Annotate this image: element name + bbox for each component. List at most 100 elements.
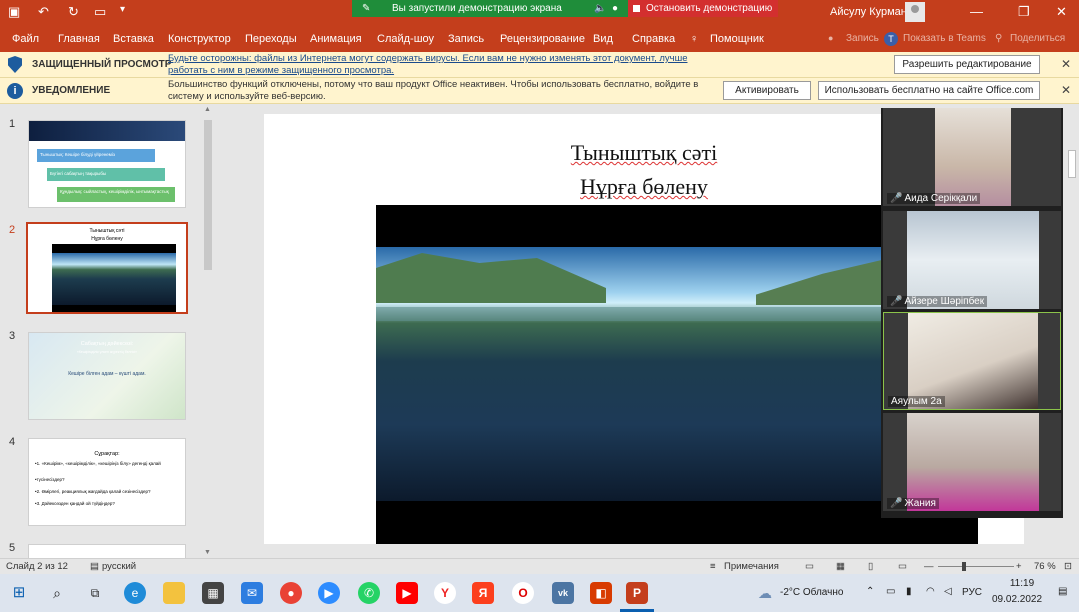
undo-icon[interactable]: ↶ bbox=[38, 4, 49, 20]
use-free-button[interactable]: Использовать бесплатно на сайте Office.c… bbox=[818, 81, 1040, 100]
windows-start-icon[interactable]: ⊞ bbox=[8, 582, 30, 604]
slide-sorter-icon[interactable]: ▦ bbox=[836, 561, 845, 572]
tab-slideshow[interactable]: Слайд-шоу bbox=[377, 33, 434, 45]
weather-text[interactable]: -2°C Облачно bbox=[780, 587, 843, 598]
restore-icon[interactable]: ❐ bbox=[1018, 4, 1030, 20]
slide-number: 5 bbox=[9, 542, 16, 554]
close-icon[interactable]: ✕ bbox=[1056, 4, 1067, 20]
ribbon-tabs: Файл Главная Вставка Конструктор Переход… bbox=[0, 26, 1079, 52]
tab-tell-me[interactable]: Помощник bbox=[710, 33, 764, 45]
share-button[interactable]: Поделиться bbox=[1010, 33, 1065, 44]
slideshow-from-start-icon[interactable]: ▭ bbox=[94, 4, 106, 20]
tab-design[interactable]: Конструктор bbox=[168, 33, 231, 45]
slide-number: 4 bbox=[9, 436, 16, 448]
weather-icon[interactable]: ☁ bbox=[754, 582, 776, 604]
notifications-icon[interactable]: ▤ bbox=[1058, 586, 1067, 597]
participant-tile[interactable]: 🎤 Айзере Шәріпбек bbox=[883, 211, 1061, 309]
muted-mic-icon: 🎤 bbox=[890, 193, 903, 204]
customize-toolbar-icon[interactable]: ▾ bbox=[120, 4, 125, 15]
store-icon[interactable]: ▦ bbox=[202, 582, 224, 604]
show-in-teams-button[interactable]: Показать в Teams bbox=[903, 33, 986, 44]
thumb-header bbox=[29, 121, 185, 141]
thumb-line: •түсінесіздер? bbox=[35, 477, 65, 482]
notes-icon[interactable]: ≡ bbox=[710, 561, 716, 572]
redo-icon[interactable]: ↻ bbox=[68, 4, 79, 20]
tab-transitions[interactable]: Переходы bbox=[245, 33, 297, 45]
opera-icon[interactable]: O bbox=[512, 582, 534, 604]
speaker-icon[interactable]: 🔈 bbox=[594, 0, 606, 17]
editor-scrollbar[interactable] bbox=[1068, 150, 1076, 178]
slide-number: 2 bbox=[9, 224, 16, 236]
share-person-icon: ⚲ bbox=[995, 33, 1003, 44]
notes-button[interactable]: Примечания bbox=[724, 561, 779, 572]
tray-chevron-icon[interactable]: ⌃ bbox=[866, 586, 874, 597]
tab-help[interactable]: Справка bbox=[632, 33, 675, 45]
tab-home[interactable]: Главная bbox=[58, 33, 100, 45]
tab-review[interactable]: Рецензирование bbox=[500, 33, 585, 45]
file-explorer-icon[interactable] bbox=[163, 582, 185, 604]
slide-thumbnail-3[interactable]: Сабақтың дәйексөзі: «Кешірімділік үлкен … bbox=[28, 332, 186, 420]
enable-editing-button[interactable]: Разрешить редактирование bbox=[894, 55, 1040, 74]
notification-bar: i УВЕДОМЛЕНИЕ Большинство функций отключ… bbox=[0, 78, 1079, 104]
search-icon[interactable]: ⌕ bbox=[46, 582, 68, 604]
yandex-browser-icon[interactable]: Y bbox=[434, 582, 456, 604]
tab-insert[interactable]: Вставка bbox=[113, 33, 154, 45]
protected-view-text[interactable]: Будьте осторожны: файлы из Интернета мог… bbox=[168, 53, 708, 77]
zoom-slider[interactable] bbox=[938, 566, 1014, 567]
office-icon[interactable]: ◧ bbox=[590, 582, 612, 604]
tab-view[interactable]: Вид bbox=[593, 33, 613, 45]
powerpoint-icon[interactable]: P bbox=[626, 582, 648, 604]
normal-view-icon[interactable]: ▭ bbox=[805, 561, 814, 572]
network-icon[interactable]: ▭ bbox=[886, 586, 895, 597]
yandex-icon[interactable]: Я bbox=[472, 582, 494, 604]
volume-icon[interactable]: ◁ bbox=[944, 586, 952, 597]
slide-thumbnail-1[interactable]: Тыныштық: Кешіре білуді үйренеміз Бүгінг… bbox=[28, 120, 186, 208]
edge-icon[interactable]: e bbox=[124, 582, 146, 604]
fit-slide-icon[interactable]: ⊡ bbox=[1064, 561, 1072, 572]
task-view-icon[interactable]: ⧉ bbox=[84, 582, 106, 604]
save-icon[interactable]: ▣ bbox=[8, 4, 20, 20]
share-active-icon[interactable]: ● bbox=[612, 0, 618, 17]
battery-icon[interactable]: ▮ bbox=[906, 586, 912, 597]
minimize-icon[interactable]: — bbox=[970, 4, 983, 19]
reading-view-icon[interactable]: ▯ bbox=[868, 561, 873, 572]
thumb-video bbox=[52, 244, 176, 312]
scroll-up-icon[interactable]: ▲ bbox=[204, 106, 211, 113]
clock-time[interactable]: 11:19 bbox=[1000, 578, 1044, 589]
participant-tile-active[interactable]: Аяулым 2а bbox=[883, 312, 1061, 410]
close-notification-icon[interactable]: ✕ bbox=[1061, 83, 1071, 97]
mail-icon[interactable]: ✉ bbox=[241, 582, 263, 604]
zoom-out-icon[interactable]: — bbox=[924, 561, 934, 572]
tab-file[interactable]: Файл bbox=[12, 33, 39, 45]
participant-tile[interactable]: 🎤 Аида Серікқали bbox=[883, 108, 1061, 206]
chrome-icon[interactable]: ● bbox=[280, 582, 302, 604]
zoom-in-icon[interactable]: + bbox=[1016, 561, 1022, 572]
spellcheck-icon[interactable]: ▤ bbox=[90, 561, 99, 572]
zoom-slider-thumb[interactable] bbox=[962, 562, 966, 571]
youtube-icon[interactable]: ▶ bbox=[396, 582, 418, 604]
participant-tile[interactable]: 🎤 Жания bbox=[883, 413, 1061, 511]
scrollbar-thumb[interactable] bbox=[204, 120, 212, 270]
slide-thumbnail-2[interactable]: Тыныштық сәті Нұрға бөлену bbox=[26, 222, 188, 314]
activate-button[interactable]: Активировать bbox=[723, 81, 811, 100]
slide-thumbnail-4[interactable]: Сұрақтар: •1. «Кешірім», «кешірімділік»,… bbox=[28, 438, 186, 526]
zoom-level[interactable]: 76 % bbox=[1034, 561, 1056, 572]
slideshow-icon[interactable]: ▭ bbox=[898, 561, 907, 572]
scroll-down-icon[interactable]: ▼ bbox=[204, 549, 211, 556]
tab-recording[interactable]: Запись bbox=[448, 33, 484, 45]
zoom-icon[interactable]: ▶ bbox=[318, 582, 340, 604]
keyboard-language[interactable]: РУС bbox=[962, 587, 982, 598]
record-button[interactable]: Запись bbox=[846, 33, 879, 44]
language-indicator[interactable]: русский bbox=[102, 561, 136, 572]
wifi-icon[interactable]: ◠ bbox=[926, 586, 935, 597]
clock-date[interactable]: 09.02.2022 bbox=[992, 594, 1042, 605]
close-protected-bar-icon[interactable]: ✕ bbox=[1061, 57, 1071, 71]
tab-animations[interactable]: Анимация bbox=[310, 33, 362, 45]
avatar[interactable] bbox=[905, 2, 925, 22]
stop-share-button[interactable]: Остановить демонстрацию bbox=[628, 0, 778, 17]
vk-icon[interactable]: vk bbox=[552, 582, 574, 604]
thumbnails-scrollbar[interactable]: ▲ ▼ bbox=[203, 106, 213, 556]
thumb-body: Кешіре білген адам – күшті адам. bbox=[68, 371, 146, 377]
slide-thumbnail-5[interactable] bbox=[28, 544, 186, 558]
whatsapp-icon[interactable]: ✆ bbox=[358, 582, 380, 604]
